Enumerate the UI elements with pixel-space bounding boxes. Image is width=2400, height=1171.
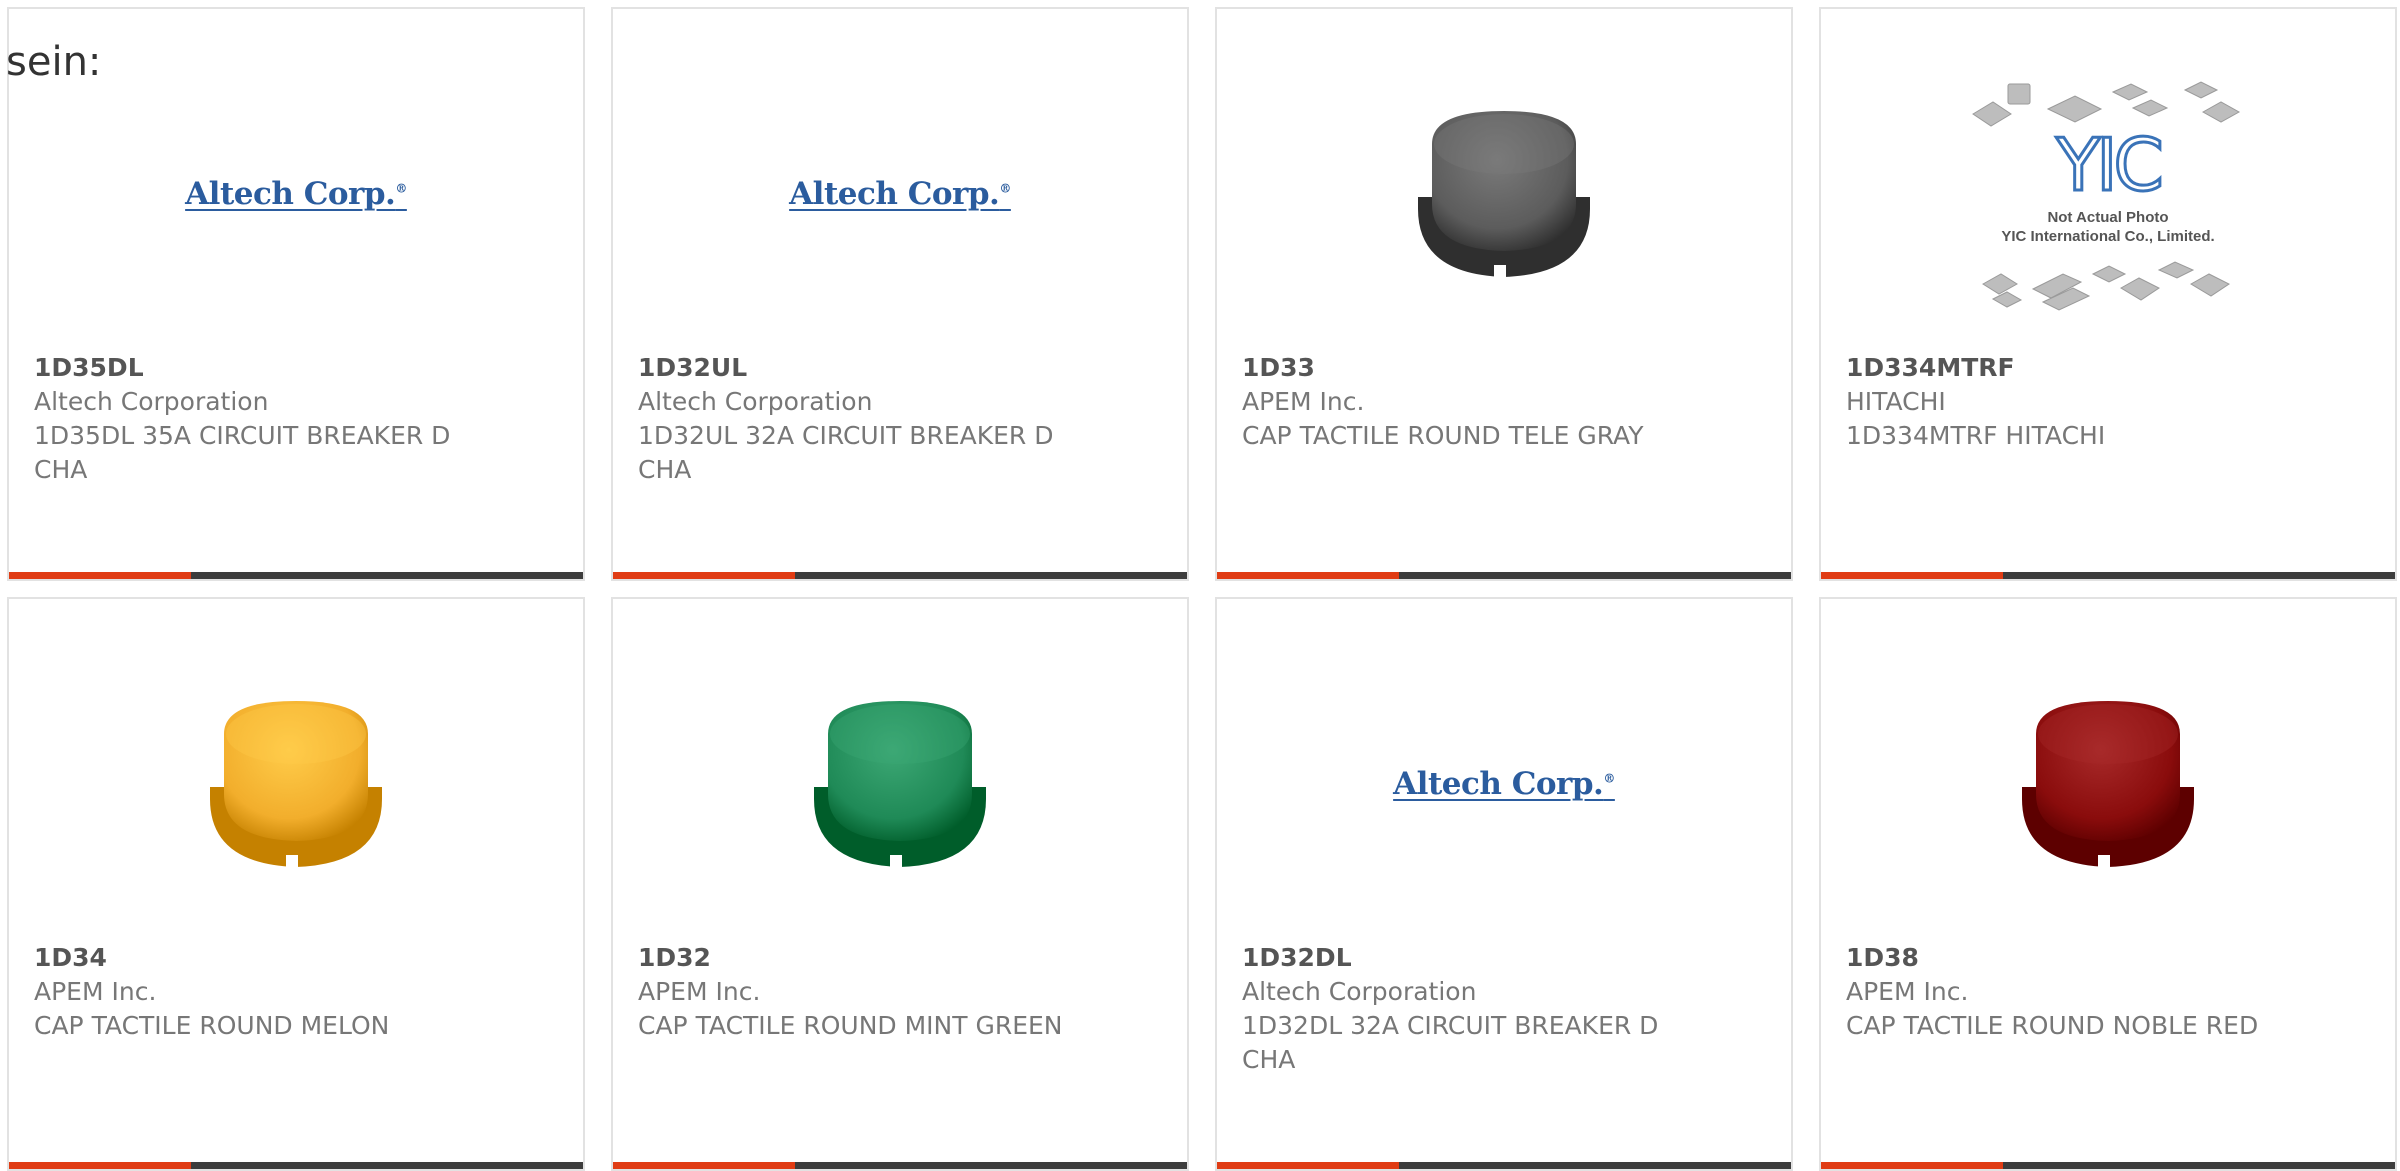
manufacturer: Altech Corporation (1242, 977, 1477, 1006)
part-number[interactable]: 1D32UL (638, 351, 1108, 385)
product-card[interactable]: 1D33 APEM Inc. CAP TACTILE ROUND TELE GR… (1215, 7, 1793, 581)
product-image[interactable]: YIC Not Actual Photo YIC International C… (1821, 59, 2395, 329)
description: CAP TACTILE ROUND MELON (34, 1011, 390, 1040)
product-info: 1D32 APEM Inc. CAP TACTILE ROUND MINT GR… (638, 941, 1108, 1043)
part-number[interactable]: 1D334MTRF (1846, 351, 2316, 385)
description: CAP TACTILE ROUND NOBLE RED (1846, 1011, 2259, 1040)
card-accent-bar (1821, 572, 2003, 579)
description: 1D334MTRF HITACHI (1846, 421, 2106, 450)
description: CAP TACTILE ROUND MINT GREEN (638, 1011, 1063, 1040)
card-accent-bar (1821, 1162, 2003, 1169)
product-info: 1D32DL Altech Corporation 1D32DL 32A CIR… (1242, 941, 1712, 1077)
altech-logo: Altech Corp.® (789, 176, 1011, 212)
button-cap-image (814, 701, 986, 875)
card-accent-bar (9, 1162, 191, 1169)
description: CAP TACTILE ROUND TELE GRAY (1242, 421, 1644, 450)
manufacturer: APEM Inc. (1242, 387, 1365, 416)
card-bottom-bar (1821, 1162, 2395, 1169)
product-info: 1D35DL Altech Corporation 1D35DL 35A CIR… (34, 351, 504, 487)
card-bottom-bar (1821, 572, 2395, 579)
button-cap-image (2022, 701, 2194, 875)
manufacturer: Altech Corporation (638, 387, 873, 416)
yic-placeholder-image: YIC Not Actual Photo YIC International C… (1963, 74, 2253, 314)
description: 1D32DL 32A CIRCUIT BREAKER D CHA (1242, 1011, 1659, 1074)
product-image[interactable]: Altech Corp.® (9, 59, 583, 329)
part-number[interactable]: 1D32 (638, 941, 1108, 975)
altech-logo: Altech Corp.® (185, 176, 407, 212)
card-bottom-bar (1217, 1162, 1791, 1169)
manufacturer: HITACHI (1846, 387, 1946, 416)
card-bottom-bar (613, 1162, 1187, 1169)
placeholder-caption-1: Not Actual Photo (2047, 209, 2169, 226)
card-bottom-bar (1217, 572, 1791, 579)
card-accent-bar (613, 572, 795, 579)
product-info: 1D34 APEM Inc. CAP TACTILE ROUND MELON (34, 941, 504, 1043)
product-image[interactable] (1821, 649, 2395, 919)
altech-logo: Altech Corp.® (1393, 766, 1615, 802)
product-grid: Altech Corp.® 1D35DL Altech Corporation … (0, 0, 2400, 1171)
card-bottom-bar (9, 1162, 583, 1169)
product-info: 1D38 APEM Inc. CAP TACTILE ROUND NOBLE R… (1846, 941, 2316, 1043)
manufacturer: APEM Inc. (1846, 977, 1969, 1006)
product-image[interactable] (613, 649, 1187, 919)
description: 1D35DL 35A CIRCUIT BREAKER D CHA (34, 421, 451, 484)
product-card[interactable]: 1D32 APEM Inc. CAP TACTILE ROUND MINT GR… (611, 597, 1189, 1171)
product-card[interactable]: Altech Corp.® 1D32UL Altech Corporation … (611, 7, 1189, 581)
product-image[interactable]: Altech Corp.® (1217, 649, 1791, 919)
placeholder-caption-2: YIC International Co., Limited. (2001, 228, 2215, 245)
card-bottom-bar (9, 572, 583, 579)
product-info: 1D32UL Altech Corporation 1D32UL 32A CIR… (638, 351, 1108, 487)
part-number[interactable]: 1D34 (34, 941, 504, 975)
product-card[interactable]: Altech Corp.® 1D32DL Altech Corporation … (1215, 597, 1793, 1171)
product-card[interactable]: 1D38 APEM Inc. CAP TACTILE ROUND NOBLE R… (1819, 597, 2397, 1171)
part-number[interactable]: 1D33 (1242, 351, 1712, 385)
product-card[interactable]: Altech Corp.® 1D35DL Altech Corporation … (7, 7, 585, 581)
button-cap-image (1418, 111, 1590, 285)
product-info: 1D334MTRF HITACHI 1D334MTRF HITACHI (1846, 351, 2316, 453)
card-accent-bar (9, 572, 191, 579)
card-accent-bar (1217, 1162, 1399, 1169)
product-image[interactable] (9, 649, 583, 919)
product-image[interactable]: Altech Corp.® (613, 59, 1187, 329)
card-accent-bar (1217, 572, 1399, 579)
manufacturer: APEM Inc. (34, 977, 157, 1006)
button-cap-image (210, 701, 382, 875)
manufacturer: APEM Inc. (638, 977, 761, 1006)
manufacturer: Altech Corporation (34, 387, 269, 416)
card-bottom-bar (613, 572, 1187, 579)
product-info: 1D33 APEM Inc. CAP TACTILE ROUND TELE GR… (1242, 351, 1712, 453)
card-accent-bar (613, 1162, 795, 1169)
product-card[interactable]: 1D34 APEM Inc. CAP TACTILE ROUND MELON (7, 597, 585, 1171)
product-card[interactable]: YIC Not Actual Photo YIC International C… (1819, 7, 2397, 581)
intro-text: sein: (6, 39, 102, 85)
yic-logo: YIC (2055, 123, 2166, 207)
product-image[interactable] (1217, 59, 1791, 329)
part-number[interactable]: 1D38 (1846, 941, 2316, 975)
description: 1D32UL 32A CIRCUIT BREAKER D CHA (638, 421, 1054, 484)
part-number[interactable]: 1D35DL (34, 351, 504, 385)
part-number[interactable]: 1D32DL (1242, 941, 1712, 975)
